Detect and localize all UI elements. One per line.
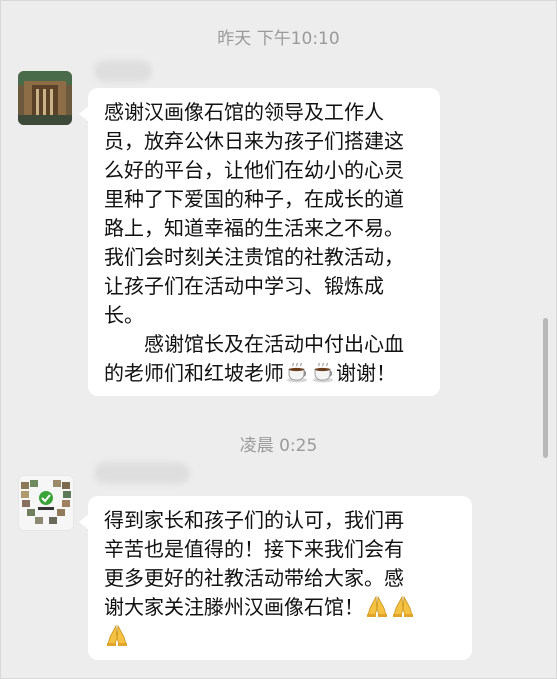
message-text-line: 辛苦也是值得的！接下来我们会有 <box>104 537 404 561</box>
message-text: 谢谢！ <box>336 361 396 385</box>
message-bubble[interactable]: 得到家长和孩子们的认可，我们再 辛苦也是值得的！接下来我们会有 更多更好的社教活… <box>79 496 472 660</box>
sender-avatar[interactable] <box>18 71 72 125</box>
scrollbar[interactable] <box>543 318 548 458</box>
message-text-line: 谢大家关注滕州汉画像石馆！ <box>104 593 458 622</box>
coffee-emoji-icon <box>313 362 333 383</box>
message-text-line: 感谢馆长及在活动中付出心血 <box>144 332 404 356</box>
message-text: 谢大家关注滕州汉画像石馆！ <box>104 595 364 619</box>
message-text-line: 的老师们和红坡老师 谢谢！ <box>104 359 426 388</box>
message-text-line: 我们会时刻关注贵馆的社教活动， <box>104 245 404 269</box>
message-text-line: 感谢汉画像石馆的领导及工作人 <box>104 100 384 124</box>
sender-avatar[interactable] <box>18 475 74 531</box>
message-text-line: 里种了下爱国的种子，在成长的道 <box>104 187 404 211</box>
sender-name-blurred <box>94 60 152 82</box>
timestamp-label: 凌晨 0:25 <box>239 436 318 456</box>
message-text-line: 更多更好的社教活动带给大家。感 <box>104 566 404 590</box>
folded-hands-emoji-icon <box>107 624 127 646</box>
sender-name-blurred <box>94 462 190 484</box>
message-text-line: 路上，知道幸福的生活来之不易。 <box>104 216 404 240</box>
message-text-line: 么好的平台，让他们在幼小的心灵 <box>104 158 404 182</box>
message-text: 的老师们和红坡老师 <box>104 361 284 385</box>
timestamp-label: 昨天 下午10:10 <box>217 29 340 49</box>
message-text-line: 得到家长和孩子们的认可，我们再 <box>104 508 404 532</box>
message-text-line <box>104 622 458 651</box>
folded-hands-emoji-icon <box>367 595 387 617</box>
avatar-collage-icon <box>19 476 73 530</box>
message-text-line: 让孩子们在活动中学习、锻炼成 <box>104 274 384 298</box>
coffee-emoji-icon <box>287 362 307 383</box>
message-text-line: 长。 <box>104 303 144 327</box>
message-bubble[interactable]: 感谢汉画像石馆的领导及工作人 员，放弃公休日来为孩子们搭建这 么好的平台，让他们… <box>79 88 440 396</box>
avatar-photo-icon <box>18 71 72 125</box>
folded-hands-emoji-icon <box>393 595 413 617</box>
message-text-line: 员，放弃公休日来为孩子们搭建这 <box>104 129 404 153</box>
